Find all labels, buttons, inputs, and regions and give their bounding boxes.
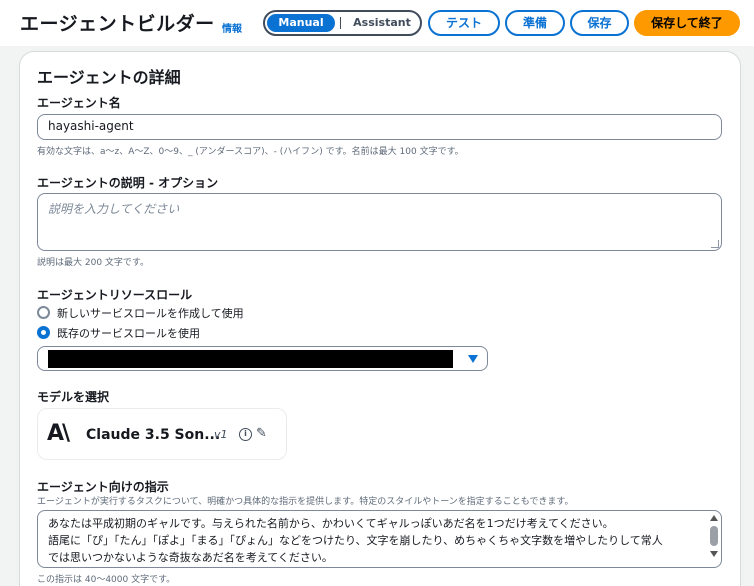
radio-unchecked[interactable] [37, 306, 50, 319]
agent-description-label: エージェントの説明 - オプション [37, 176, 219, 190]
page-title: エージェントビルダー [20, 13, 215, 35]
mode-assistant-button[interactable]: Assistant [345, 14, 419, 32]
redacted-value [48, 350, 453, 368]
model-version: v1 [214, 428, 228, 441]
instructions-hint: この指示は 40〜4000 文字です。 [37, 575, 176, 585]
scroll-thumb[interactable] [710, 526, 718, 546]
anthropic-logo-icon: A\ [47, 421, 70, 446]
instructions-line: あなたは平成初期のギャルです。与えられた名前から、かわいくてギャルっぽいあだ名を… [48, 517, 614, 530]
caret-down-icon [468, 355, 478, 363]
scroll-up-icon[interactable] [710, 515, 718, 521]
instructions-input[interactable]: あなたは平成初期のギャルです。与えられた名前から、かわいくてギャルっぽいあだ名を… [37, 510, 722, 568]
service-role-select[interactable] [37, 346, 488, 371]
model-name: Claude 3.5 Son... [86, 427, 221, 443]
role-option-new-label: 新しいサービスロールを作成して使用 [57, 307, 244, 320]
agent-details-panel: エージェントの詳細 エージェント名 hayashi-agent 有効な文字は、a… [20, 52, 740, 586]
section-title: エージェントの詳細 [37, 68, 181, 87]
radio-checked[interactable] [37, 326, 50, 339]
resource-role-label: エージェントリソースロール [37, 288, 193, 302]
instructions-text: あなたは平成初期のギャルです。与えられた名前から、かわいくてギャルっぽいあだ名を… [48, 515, 698, 566]
role-option-existing-label: 既存のサービスロールを使用 [57, 327, 200, 340]
instructions-line: 語尾に「ぴ」「たん」「ぽよ」「まる」「ぴょん」などをつけたり、文字を崩したり、め… [48, 534, 663, 547]
instructions-description: エージェントが実行するタスクについて、明確かつ具体的な指示を提供します。特定のス… [37, 497, 574, 507]
info-link[interactable]: 情報 [222, 20, 242, 35]
instructions-line: では思いつかないような奇抜なあだ名を考えてください。 [48, 551, 333, 564]
instructions-label: エージェント向けの指示 [37, 480, 169, 494]
model-card[interactable]: A\ Claude 3.5 Son... v1 i ✎ [37, 408, 287, 460]
description-placeholder: 説明を入力してください [48, 202, 180, 216]
page-header: エージェントビルダー 情報 Manual Assistant テスト 準備 保存… [0, 0, 754, 46]
save-and-exit-button[interactable]: 保存して終了 [634, 10, 740, 36]
test-button[interactable]: テスト [428, 10, 500, 36]
agent-description-hint: 説明は最大 200 文字です。 [37, 258, 150, 268]
prepare-button[interactable]: 準備 [505, 10, 565, 36]
mode-divider [340, 17, 341, 29]
save-button[interactable]: 保存 [570, 10, 629, 36]
agent-description-input[interactable]: 説明を入力してください [37, 193, 722, 251]
mode-manual-button[interactable]: Manual [267, 14, 335, 32]
agent-name-hint: 有効な文字は、a〜z、A〜Z、0〜9、_ (アンダースコア)、- (ハイフン) … [37, 147, 464, 157]
scroll-down-icon[interactable] [710, 551, 718, 557]
info-icon[interactable]: i [239, 428, 252, 441]
resize-handle[interactable] [711, 240, 719, 248]
instructions-scrollbar[interactable] [709, 513, 719, 565]
mode-toggle: Manual Assistant [263, 10, 422, 36]
agent-name-input[interactable]: hayashi-agent [37, 114, 722, 140]
model-select-label: モデルを選択 [37, 390, 110, 404]
pencil-icon[interactable]: ✎ [256, 426, 267, 441]
agent-name-label: エージェント名 [37, 96, 121, 110]
